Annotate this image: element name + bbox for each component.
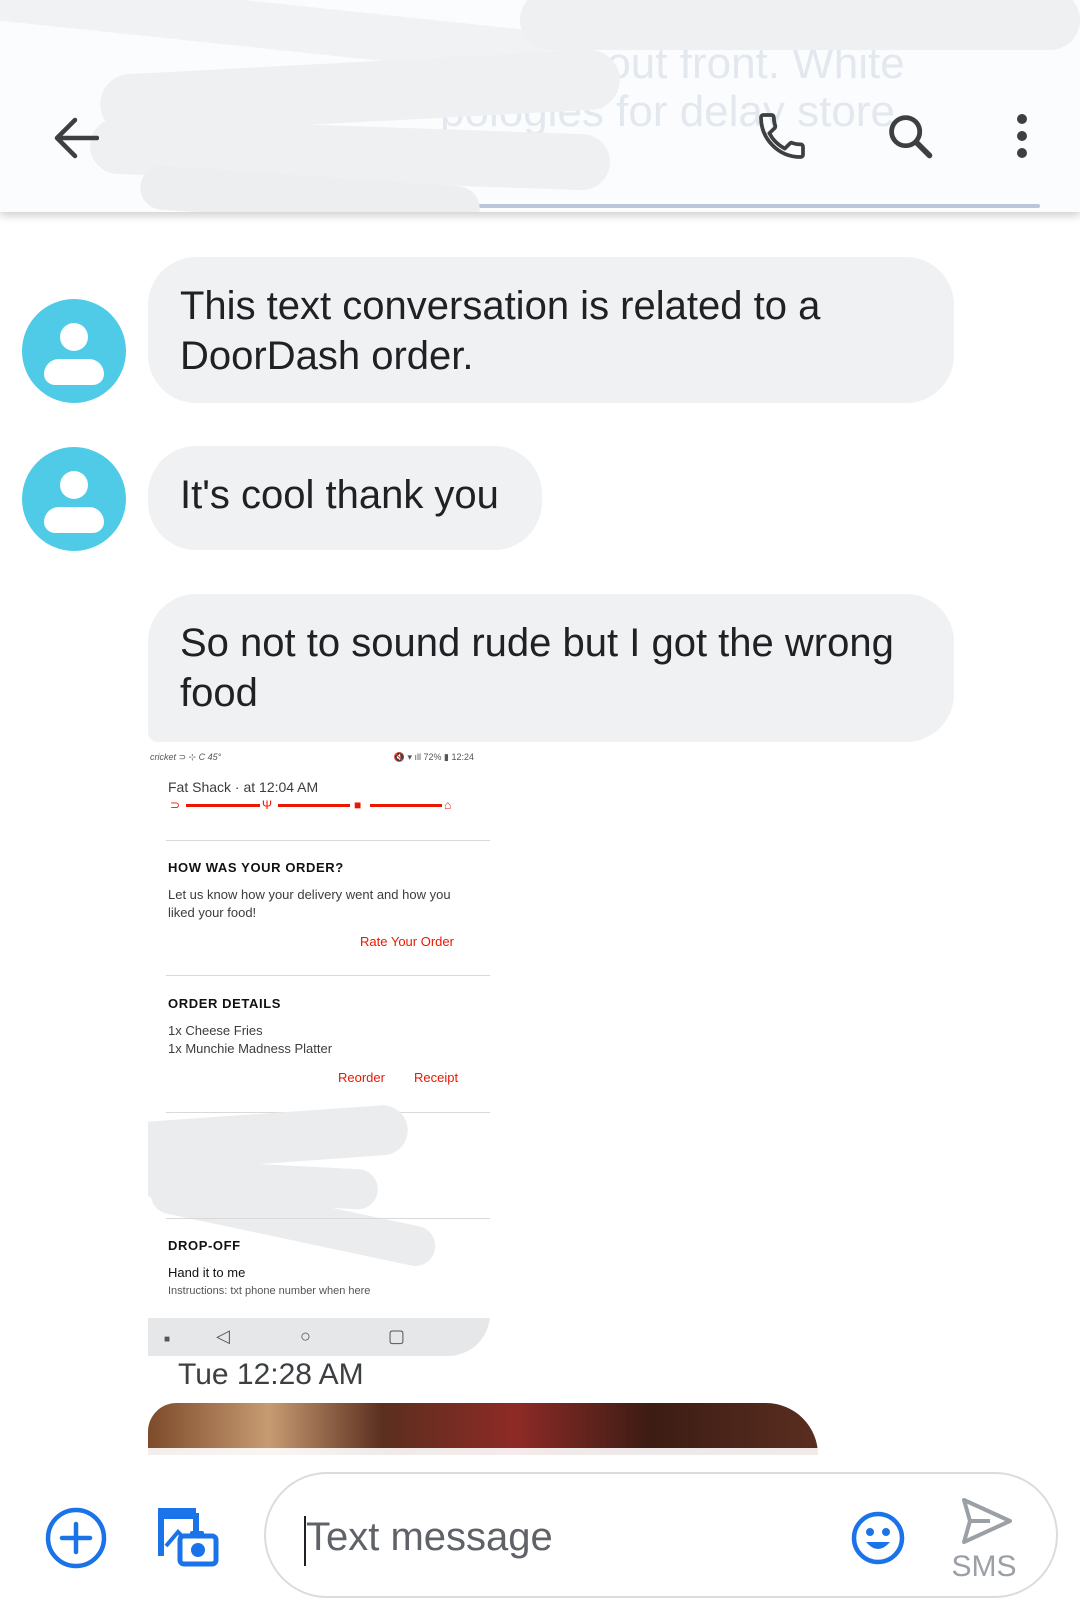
rate-order-link[interactable]: Rate Your Order <box>360 934 454 949</box>
doordash-logo-icon: ⊃ <box>170 798 181 812</box>
message-compose-field[interactable]: SMS <box>264 1472 1058 1598</box>
rate-body: Let us know how your delivery went and h… <box>168 887 451 920</box>
send-type-label: SMS <box>951 1550 1017 1583</box>
receipt-link[interactable]: Receipt <box>414 1070 458 1085</box>
redaction-scribble <box>520 0 1080 50</box>
message-timestamp: Tue 12:28 AM <box>178 1358 364 1391</box>
divider <box>166 840 490 841</box>
back-arrow-icon[interactable] <box>46 108 106 168</box>
nav-back-icon: ◁ <box>216 1326 230 1346</box>
contact-avatar[interactable] <box>22 299 126 403</box>
person-icon <box>60 471 88 499</box>
order-item: 1x Cheese Fries <box>168 1023 263 1038</box>
nav-home-icon: ○ <box>300 1326 311 1346</box>
app-bar: ght now out front. White pologies for de… <box>0 0 1080 212</box>
send-button[interactable]: SMS <box>944 1496 1024 1583</box>
reorder-link[interactable]: Reorder <box>338 1070 385 1085</box>
message-bubble[interactable]: So not to sound rude but I got the wrong… <box>148 594 954 742</box>
contact-avatar[interactable] <box>22 447 126 551</box>
gallery-camera-icon[interactable] <box>152 1502 220 1570</box>
car-icon: ■ <box>354 798 362 812</box>
person-icon <box>60 323 88 351</box>
emoji-icon[interactable] <box>850 1510 906 1566</box>
attachment-nav-bar: ■ ◁ ○ ▢ <box>148 1318 490 1356</box>
message-bubble[interactable]: This text conversation is related to a D… <box>148 257 954 403</box>
order-item: 1x Munchie Madness Platter <box>168 1041 333 1056</box>
add-attachment-icon[interactable] <box>44 1506 108 1570</box>
order-details-heading: ORDER DETAILS <box>168 996 282 1011</box>
dropoff-instructions: Instructions: txt phone number when here <box>168 1285 371 1297</box>
rate-heading: HOW WAS YOUR ORDER? <box>168 860 344 875</box>
delivery-tracker: ⊃ Ψ ■ ⌂ <box>148 744 490 844</box>
dropoff-option: Hand it to me <box>168 1265 246 1280</box>
square-dot-icon: ■ <box>164 1334 171 1345</box>
dropoff-heading: DROP-OFF <box>168 1238 241 1253</box>
divider <box>166 1218 490 1219</box>
divider <box>166 975 490 976</box>
screenshot-attachment[interactable]: cricket ⊃ ⊹ C 45° 🔇 ▾ ıll 72% ▮ 12:24 Fa… <box>148 744 490 1356</box>
home-icon: ⌂ <box>444 798 452 812</box>
more-vert-icon[interactable] <box>1000 104 1044 168</box>
phone-icon[interactable] <box>750 104 814 168</box>
restaurant-icon: Ψ <box>262 798 273 812</box>
nav-recents-icon: ▢ <box>388 1326 406 1346</box>
message-bubble[interactable]: It's cool thank you <box>148 446 542 550</box>
text-message-input[interactable] <box>306 1504 826 1570</box>
search-icon[interactable] <box>878 104 942 168</box>
send-icon <box>962 1498 1012 1544</box>
